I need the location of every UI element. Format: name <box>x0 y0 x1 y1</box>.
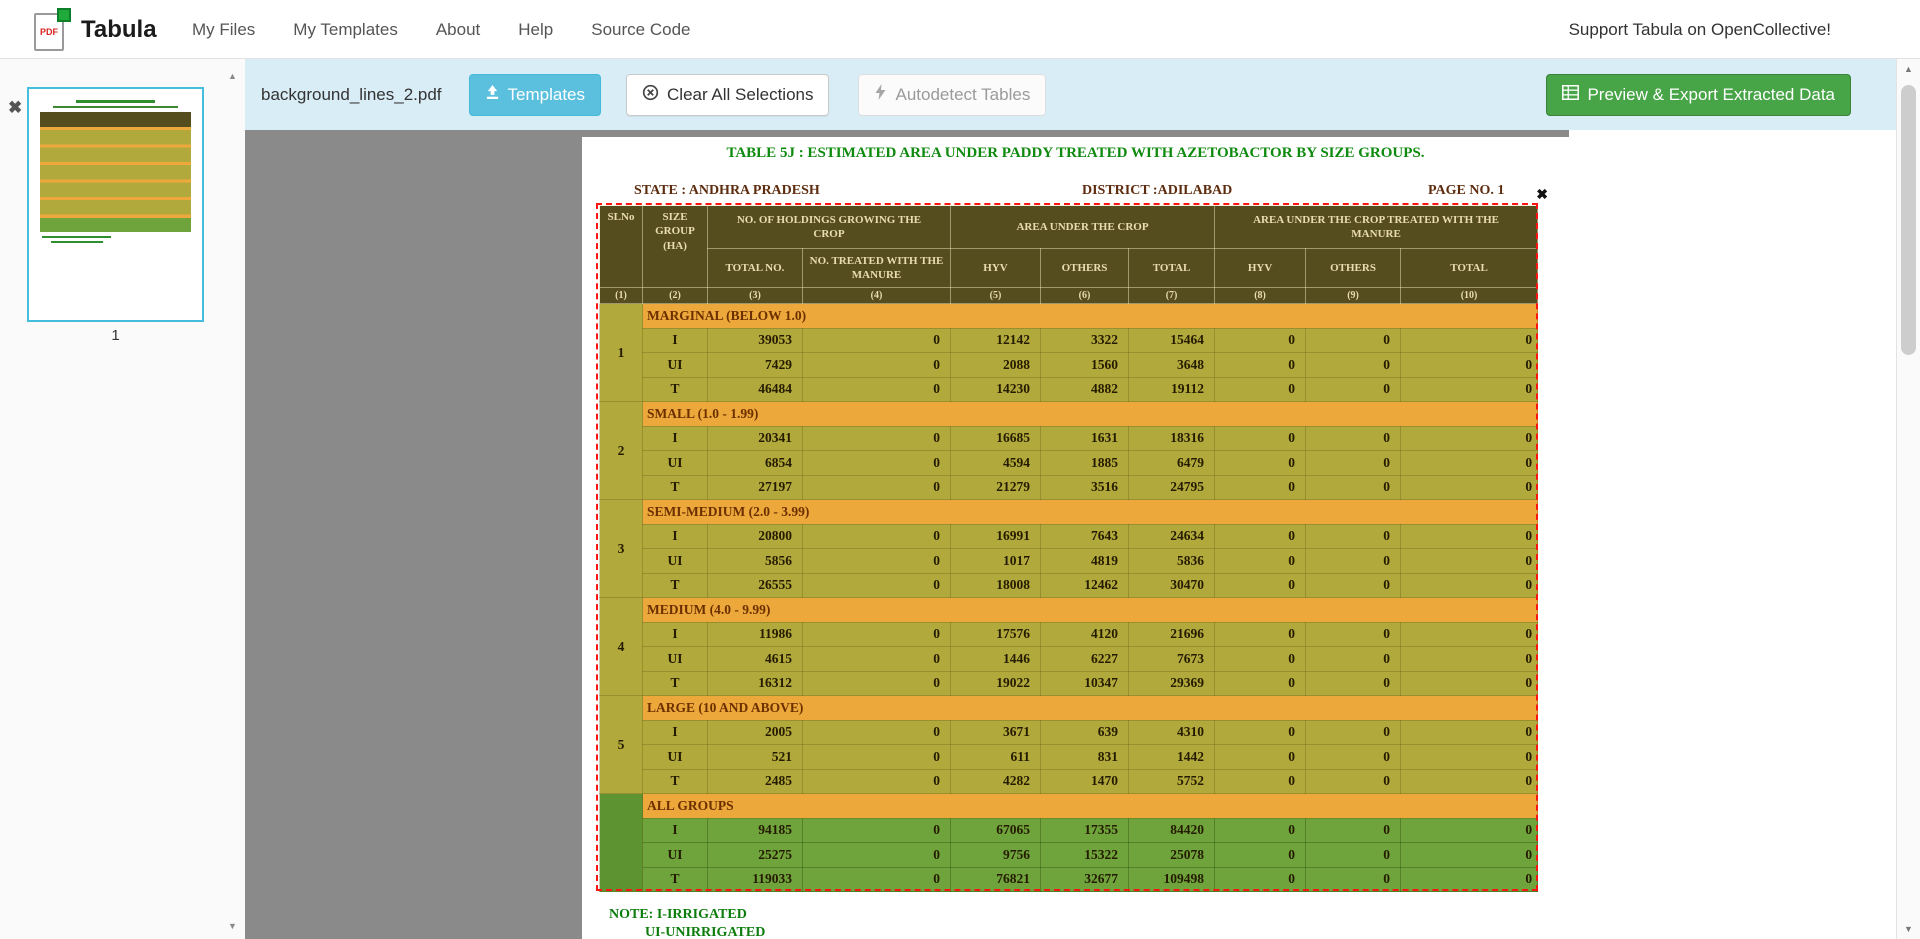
thumbnail-table-body <box>40 127 191 215</box>
nav-item-my-files[interactable]: My Files <box>192 20 255 40</box>
preview-export-button[interactable]: Preview & Export Extracted Data <box>1546 74 1851 116</box>
table-grid-icon <box>1562 85 1579 105</box>
tabula-logo-icon: PDF <box>34 8 71 52</box>
templates-button[interactable]: Templates <box>469 74 601 116</box>
thumbnail-table-footer <box>40 215 191 232</box>
table-selection[interactable]: ✖ <box>596 203 1538 891</box>
nav-right: Support Tabula on OpenCollective! <box>1569 0 1831 59</box>
brand-name[interactable]: Tabula <box>81 16 157 44</box>
thumbnail-note-line <box>51 241 103 243</box>
pdf-page[interactable]: TABLE 5J : ESTIMATED AREA UNDER PADDY TR… <box>582 137 1569 939</box>
thumbnail-note-line <box>42 236 111 238</box>
support-link[interactable]: Support Tabula on OpenCollective! <box>1569 20 1831 40</box>
thumbnail-title-line <box>76 100 156 103</box>
document-filename: background_lines_2.pdf <box>261 85 442 105</box>
pdf-district: DISTRICT :ADILABAD <box>1082 183 1232 199</box>
nav-item-my-templates[interactable]: My Templates <box>293 20 398 40</box>
pdf-note-1: NOTE: I-IRRIGATED <box>609 907 747 923</box>
green-square-icon <box>57 8 71 22</box>
toolbar: background_lines_2.pdf Templates Clear A… <box>245 59 1896 130</box>
clear-circle-icon <box>642 84 659 106</box>
scrollbar-down-icon[interactable]: ▼ <box>1897 924 1920 934</box>
scrollbar-up-icon[interactable]: ▲ <box>1897 64 1920 74</box>
pdf-note-2: UI-UNIRRIGATED <box>645 925 765 939</box>
clear-selections-button[interactable]: Clear All Selections <box>626 74 829 116</box>
pdf-viewer: TABLE 5J : ESTIMATED AREA UNDER PADDY TR… <box>245 130 1896 939</box>
vertical-scrollbar[interactable]: ▲ ▼ <box>1896 59 1920 939</box>
thumbnail-table-header <box>40 112 191 127</box>
scrollbar-thumb[interactable] <box>1901 85 1916 355</box>
close-icon[interactable]: ✖ <box>8 99 22 116</box>
brand[interactable]: PDF Tabula <box>34 0 157 59</box>
sidebar-scroll-up-icon[interactable]: ▲ <box>228 71 237 81</box>
thumbnail-page-number: 1 <box>27 327 204 344</box>
nav-item-help[interactable]: Help <box>518 20 553 40</box>
upload-icon <box>485 85 500 105</box>
tabula-app: PDF Tabula My Files My Templates About H… <box>0 0 1920 939</box>
lightning-icon <box>874 84 887 105</box>
nav-menu: My Files My Templates About Help Source … <box>192 0 690 59</box>
page-thumbnail[interactable] <box>27 87 204 322</box>
pdf-table-title: TABLE 5J : ESTIMATED AREA UNDER PADDY TR… <box>582 145 1569 162</box>
selection-close-icon[interactable]: ✖ <box>1536 186 1548 203</box>
thumbnail-sidebar: ✖ 1 ▲ ▼ <box>0 59 245 939</box>
autodetect-tables-button[interactable]: Autodetect Tables <box>858 74 1046 116</box>
pdf-state: STATE : ANDHRA PRADESH <box>634 183 820 199</box>
thumbnail-title-line <box>53 106 178 108</box>
pdf-page-no: PAGE NO. 1 <box>1428 183 1504 199</box>
nav-item-about[interactable]: About <box>436 20 480 40</box>
nav-item-source-code[interactable]: Source Code <box>591 20 690 40</box>
navbar: PDF Tabula My Files My Templates About H… <box>0 0 1920 59</box>
sidebar-scroll-down-icon[interactable]: ▼ <box>228 921 237 931</box>
